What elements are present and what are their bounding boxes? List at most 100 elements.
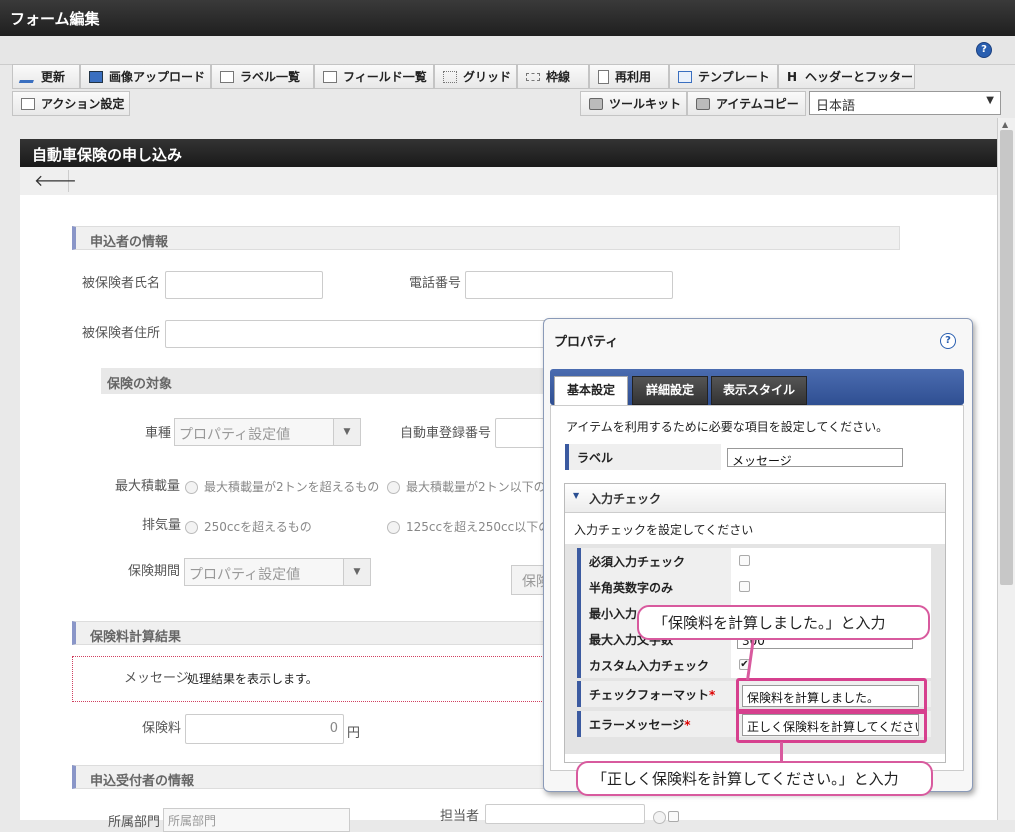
label-row-value: メッセージ bbox=[721, 444, 947, 470]
list-icon bbox=[323, 70, 337, 83]
border-label: 枠線 bbox=[546, 70, 571, 84]
help-icon[interactable]: ? bbox=[976, 42, 992, 58]
premium-unit: 円 bbox=[347, 726, 361, 741]
registration-label: 自動車登録番号 bbox=[400, 426, 492, 441]
car-type-label: 車種 bbox=[145, 426, 172, 441]
staff-input[interactable] bbox=[485, 804, 645, 824]
radio-icon bbox=[185, 521, 198, 534]
alnum-label: 半角英数字のみ bbox=[589, 581, 674, 595]
alnum-value bbox=[731, 574, 931, 600]
alnum-checkbox[interactable] bbox=[739, 581, 750, 592]
toolbox-icon bbox=[589, 97, 603, 110]
max-load-option-2[interactable]: 最大積載量が2トン以下の bbox=[387, 478, 546, 495]
header-icon: H bbox=[787, 69, 798, 84]
label-input[interactable]: メッセージ bbox=[727, 448, 903, 467]
update-icon bbox=[18, 70, 38, 83]
alnum-row: 半角英数字のみ bbox=[577, 574, 931, 600]
required-checkbox[interactable] bbox=[739, 555, 750, 566]
department-label: 所属部門 bbox=[108, 815, 161, 830]
label-row-label: ラベル bbox=[577, 451, 614, 465]
window-titlebar: フォーム編集 bbox=[0, 0, 1015, 36]
tab-detail-settings[interactable]: 詳細設定 bbox=[632, 376, 708, 405]
error-input[interactable]: 正しく保険料を計算してください。 bbox=[742, 714, 919, 736]
image-upload-button[interactable]: 画像アップロード bbox=[80, 64, 211, 89]
checkbox-icon[interactable] bbox=[668, 811, 679, 822]
radio-icon bbox=[387, 521, 400, 534]
image-upload-label: 画像アップロード bbox=[109, 70, 206, 84]
scrollbar-thumb[interactable] bbox=[1000, 130, 1013, 585]
document-icon bbox=[598, 69, 609, 84]
department-select[interactable]: 所属部門 bbox=[163, 808, 350, 832]
required-mark: * bbox=[684, 718, 691, 732]
insured-name-input[interactable] bbox=[165, 271, 323, 299]
vertical-scrollbar[interactable]: ▲ bbox=[997, 118, 1015, 820]
period-value: プロパティ設定値 bbox=[189, 567, 301, 583]
message-text: 処理結果を表示します。 bbox=[187, 672, 318, 686]
reuse-label: 再利用 bbox=[615, 70, 652, 84]
insured-address-label: 被保険者住所 bbox=[82, 326, 161, 341]
staff-label: 担当者 bbox=[440, 809, 480, 824]
insured-address-input[interactable] bbox=[165, 320, 565, 348]
label-list-button[interactable]: ラベル一覧 bbox=[211, 64, 314, 89]
phone-label: 電話番号 bbox=[409, 276, 462, 291]
phone-input[interactable] bbox=[465, 271, 673, 299]
item-copy-label: アイテムコピー bbox=[716, 97, 799, 111]
update-button[interactable]: 更新 bbox=[12, 64, 80, 89]
border-button[interactable]: 枠線 bbox=[517, 64, 589, 89]
tab-basic-settings[interactable]: 基本設定 bbox=[554, 376, 628, 405]
toolkit-label: ツールキット bbox=[609, 97, 682, 111]
back-arrow-icon[interactable]: 🡐 bbox=[34, 170, 77, 192]
grid-button[interactable]: グリッド bbox=[434, 64, 517, 89]
label-row: ラベル メッセージ bbox=[565, 444, 947, 470]
grid-label: グリッド bbox=[463, 70, 512, 84]
help-icon[interactable]: ? bbox=[940, 333, 956, 349]
format-callout: 「保険料を計算しました。」と入力 bbox=[637, 605, 930, 640]
displacement-option-2[interactable]: 125ccを超え250cc以下の bbox=[387, 518, 550, 535]
custom-check-row: カスタム入力チェック ✔ bbox=[577, 652, 931, 678]
tab-display-style[interactable]: 表示スタイル bbox=[711, 376, 807, 405]
header-footer-button[interactable]: H ヘッダーとフッター bbox=[778, 64, 915, 89]
required-value bbox=[731, 548, 931, 574]
input-check-header[interactable]: ▼ 入力チェック bbox=[565, 484, 945, 513]
help-bar: ? bbox=[0, 36, 1015, 65]
form-header: 自動車保険の申し込み bbox=[20, 139, 997, 167]
car-type-select[interactable]: プロパティ設定値 ▼ bbox=[174, 418, 361, 446]
section-receiver: 申込受付者の情報 bbox=[72, 765, 552, 789]
premium-label: 保険料 bbox=[142, 721, 182, 736]
car-type-value: プロパティ設定値 bbox=[179, 427, 291, 443]
message-label: メッセージ bbox=[124, 671, 189, 686]
language-value: 日本語 bbox=[816, 99, 856, 114]
displacement-option-1[interactable]: 250ccを超えるもの bbox=[185, 518, 312, 535]
toolkit-button[interactable]: ツールキット bbox=[580, 91, 687, 116]
field-list-label: フィールド一覧 bbox=[343, 70, 427, 84]
period-label: 保険期間 bbox=[128, 564, 181, 579]
reuse-button[interactable]: 再利用 bbox=[589, 64, 669, 89]
input-check-description: 入力チェックを設定してください bbox=[574, 523, 754, 537]
radio-icon bbox=[387, 481, 400, 494]
template-icon bbox=[678, 70, 692, 83]
scroll-up-icon[interactable]: ▲ bbox=[1002, 120, 1008, 129]
required-mark: * bbox=[709, 688, 716, 702]
template-label: テンプレート bbox=[698, 70, 770, 84]
radio-icon bbox=[185, 481, 198, 494]
option-label: 125ccを超え250cc以下の bbox=[406, 520, 551, 534]
section-coverage: 保険の対象 bbox=[101, 368, 561, 394]
language-select[interactable]: 日本語 ▼ bbox=[809, 91, 1001, 115]
form-subbar: 🡐 bbox=[20, 167, 997, 196]
required-label: 必須入力チェック bbox=[589, 555, 686, 569]
label-list-label: ラベル一覧 bbox=[240, 70, 301, 84]
input-check-title: 入力チェック bbox=[589, 492, 662, 506]
format-input[interactable]: 保険料を計算しました。 bbox=[742, 685, 919, 707]
radio-icon[interactable] bbox=[653, 811, 666, 824]
item-copy-button[interactable]: アイテムコピー bbox=[687, 91, 806, 116]
premium-input[interactable]: 0 bbox=[185, 714, 344, 744]
form-title: 自動車保険の申し込み bbox=[32, 146, 183, 164]
template-button[interactable]: テンプレート bbox=[669, 64, 778, 89]
period-select[interactable]: プロパティ設定値 ▼ bbox=[184, 558, 371, 586]
max-load-option-1[interactable]: 最大積載量が2トンを超えるもの bbox=[185, 478, 379, 495]
update-label: 更新 bbox=[41, 70, 66, 84]
action-settings-button[interactable]: アクション設定 bbox=[12, 91, 130, 116]
field-list-button[interactable]: フィールド一覧 bbox=[314, 64, 434, 89]
chevron-down-icon: ▼ bbox=[986, 95, 994, 106]
format-label: チェックフォーマット* bbox=[589, 686, 715, 703]
